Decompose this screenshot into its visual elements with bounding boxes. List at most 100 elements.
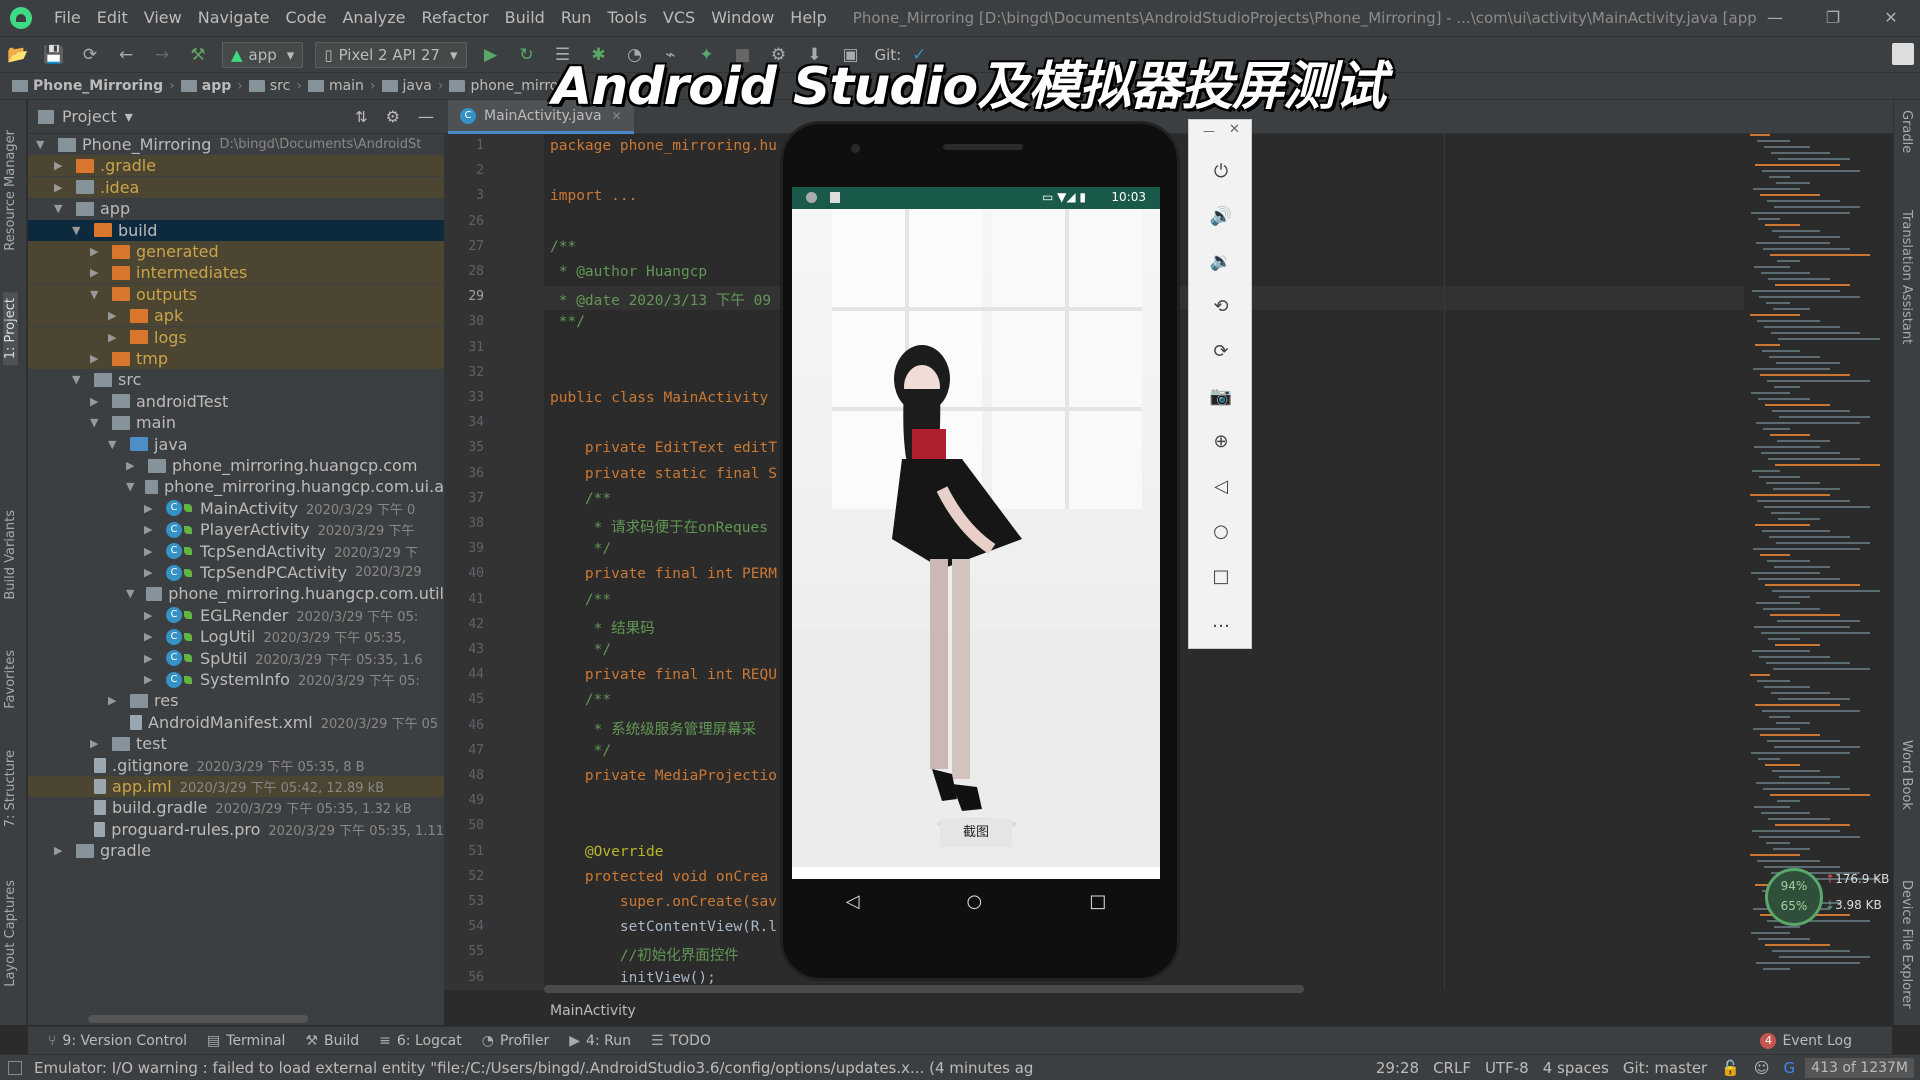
editor-horizontal-scrollbar[interactable] [544,985,1304,993]
menu-help[interactable]: Help [782,0,834,36]
run-icon[interactable]: ▶ [477,41,505,69]
tab-project[interactable]: 1: Project [3,292,18,366]
chevron-down-icon[interactable]: ▼ [54,202,68,215]
rotate-right-icon[interactable]: ⟳ [1206,336,1236,366]
tree-item[interactable]: ▼ Phone_Mirroring D:\bingd\Documents\Andro… [28,134,444,155]
back-arrow-icon[interactable]: ← [112,41,140,69]
sync-icon[interactable]: ⟳ [76,41,104,69]
code-minimap[interactable] [1740,134,1890,990]
tab-word-book[interactable]: Word Book [1899,740,1914,810]
chevron-right-icon[interactable]: ▶ [144,630,158,643]
tree-item[interactable]: ▶ C SpUtil 2020/3/29 下午 05:35, 1.6 [28,648,444,669]
back-icon[interactable]: ◁ [1206,471,1236,501]
breadcrumb-item[interactable]: app [177,78,236,94]
nav-back-icon[interactable]: ◁ [846,891,860,912]
gear-icon[interactable]: ⚙ [386,107,400,126]
hector-icon[interactable]: ☺ [1754,1059,1770,1077]
tree-item[interactable]: ▼ main [28,412,444,433]
menu-analyze[interactable]: Analyze [334,0,413,36]
tree-item[interactable]: ▼ java [28,434,444,455]
tab-gradle[interactable]: Gradle [1899,110,1914,153]
tree-item[interactable]: ▶ C TcpSendActivity 2020/3/29 下 [28,541,444,562]
tab-terminal[interactable]: ▤ Terminal [207,1033,285,1049]
tab-translation-assistant[interactable]: Translation Assistant [1899,210,1914,344]
tree-item[interactable]: ▶ phone_mirroring.huangcp.com [28,455,444,476]
menu-run[interactable]: Run [553,0,600,36]
rotate-left-icon[interactable]: ⟲ [1206,291,1236,321]
close-icon[interactable]: ✕ [1862,0,1920,36]
chevron-right-icon[interactable]: ▶ [144,545,158,558]
tab-device-file-explorer[interactable]: Device File Explorer [1899,880,1914,1009]
tree-item[interactable]: ▼ src [28,369,444,390]
tree-item[interactable]: ▶ C PlayerActivity 2020/3/29 下午 [28,519,444,540]
chevron-down-icon[interactable]: ▼ [126,587,138,600]
chevron-down-icon[interactable]: ▼ [72,373,86,386]
tree-item[interactable]: ▶ test [28,733,444,754]
emulator-close-icon[interactable]: ✕ [1229,122,1240,137]
git-branch[interactable]: Git: master [1623,1059,1707,1077]
tab-run[interactable]: ▶ 4: Run [569,1033,631,1049]
tree-item[interactable]: ▶ gradle [28,840,444,861]
tree-item[interactable]: ▶ C TcpSendPCActivity 2020/3/29 [28,562,444,583]
tree-item[interactable]: ▶ generated [28,241,444,262]
breadcrumb-item[interactable]: java [378,78,436,94]
memory-indicator[interactable]: 413 of 1237M [1805,1057,1914,1078]
tree-item[interactable]: ▼ app [28,198,444,219]
status-message[interactable]: Emulator: I/O warning : failed to load e… [34,1059,1034,1077]
camera-icon[interactable]: 📷 [1206,381,1236,411]
menu-tools[interactable]: Tools [600,0,655,36]
menu-edit[interactable]: Edit [89,0,136,36]
tab-favorites[interactable]: Favorites [3,650,18,709]
nav-home-icon[interactable]: ○ [967,891,983,912]
chevron-right-icon[interactable]: ▶ [90,245,104,258]
chevron-down-icon[interactable]: ▾ [125,107,133,126]
open-folder-icon[interactable]: 📂 [4,41,32,69]
menu-code[interactable]: Code [278,0,335,36]
hide-panel-icon[interactable]: — [418,107,434,126]
chevron-down-icon[interactable]: ▼ [108,438,122,451]
tree-item[interactable]: ▼ phone_mirroring.huangcp.com.ui.a [28,476,444,497]
chevron-right-icon[interactable]: ▶ [144,566,158,579]
forward-arrow-icon[interactable]: → [148,41,176,69]
file-encoding[interactable]: UTF-8 [1485,1059,1529,1077]
volume-up-icon[interactable]: 🔊 [1206,201,1236,231]
chevron-down-icon[interactable]: ▼ [90,288,104,301]
tree-item[interactable]: AndroidManifest.xml 2020/3/29 下午 05 [28,712,444,733]
tree-item[interactable]: app.iml 2020/3/29 下午 05:42, 12.89 kB [28,776,444,797]
hammer-build-icon[interactable]: ⚒ [184,41,212,69]
apply-changes-icon[interactable]: ↻ [513,41,541,69]
chevron-down-icon[interactable]: ▼ [36,138,50,151]
tree-item[interactable]: ▶ res [28,690,444,711]
menu-refactor[interactable]: Refactor [414,0,497,36]
tab-version-control[interactable]: ⑂ 9: Version Control [48,1033,187,1049]
editor-breadcrumb[interactable]: MainActivity [544,998,1744,1024]
chevron-right-icon[interactable]: ▶ [144,609,158,622]
chevron-right-icon[interactable]: ▶ [54,159,68,172]
tree-item[interactable]: ▼ outputs [28,283,444,305]
tab-build-variants[interactable]: Build Variants [3,510,18,600]
device-selector[interactable]: ▯ Pixel 2 API 27 ▾ [315,41,467,68]
menu-window[interactable]: Window [703,0,782,36]
indent-setting[interactable]: 4 spaces [1543,1059,1609,1077]
nav-recents-icon[interactable]: □ [1089,891,1106,912]
collapse-all-icon[interactable]: ⇅ [355,108,368,126]
tree-item[interactable]: ▶ .idea [28,176,444,198]
menu-file[interactable]: File [46,0,89,36]
tree-item[interactable]: ▶ C MainActivity 2020/3/29 下午 0 [28,498,444,519]
chevron-right-icon[interactable]: ▶ [144,652,158,665]
project-view-selector[interactable]: Project [62,107,117,126]
chevron-right-icon[interactable]: ▶ [54,181,68,194]
tab-profiler[interactable]: ◔ Profiler [482,1033,550,1049]
tree-item[interactable]: .gitignore 2020/3/29 下午 05:35, 8 B [28,755,444,776]
chevron-right-icon[interactable]: ▶ [144,673,158,686]
tab-build[interactable]: ⚒ Build [305,1033,359,1049]
menu-vcs[interactable]: VCS [655,0,703,36]
chevron-right-icon[interactable]: ▶ [108,331,122,344]
chevron-right-icon[interactable]: ▶ [90,737,104,750]
tree-item[interactable]: ▶ tmp [28,348,444,369]
menu-navigate[interactable]: Navigate [190,0,278,36]
tree-item[interactable]: ▶ intermediates [28,262,444,284]
tab-event-log[interactable]: 4 Event Log [1760,1032,1852,1049]
tree-item[interactable]: ▶ C EGLRender 2020/3/29 下午 05: [28,605,444,626]
tab-layout-captures[interactable]: Layout Captures [3,880,18,987]
